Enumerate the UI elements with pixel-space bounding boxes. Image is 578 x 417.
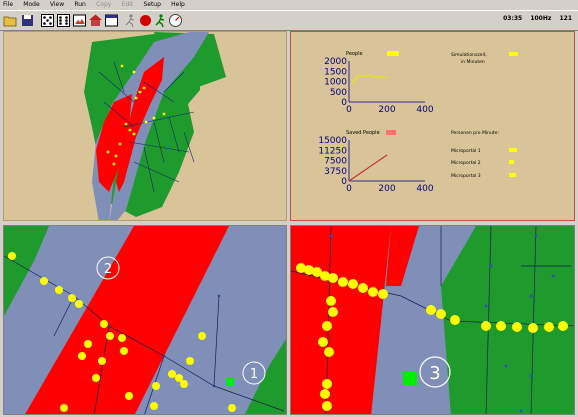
dice-icon[interactable] [56, 13, 71, 28]
people-chart-ytick: 2000 [324, 57, 347, 67]
saved-chart-xtick: 0 [346, 184, 352, 194]
image-icon[interactable] [72, 13, 87, 28]
saved-chart-axes [348, 140, 425, 182]
status-time: 03:35 [503, 15, 523, 22]
microportal-2-badge [509, 160, 514, 164]
marker-3: 3 [429, 363, 440, 384]
menu-setup[interactable]: Setup [143, 0, 160, 10]
microportal-view-left[interactable]: 2 1 [3, 225, 287, 415]
land-area [441, 226, 574, 414]
microportal-2-label: Microportal 2 [451, 160, 481, 166]
people-chart-series-line [352, 74, 387, 84]
saved-chart-ytick: 3750 [324, 167, 347, 177]
dice-icon[interactable] [40, 13, 55, 28]
menu-run[interactable]: Run [74, 0, 86, 10]
exit-square [226, 378, 234, 386]
save-disk-icon[interactable] [20, 13, 35, 28]
flood-area [291, 226, 391, 414]
microportal-view-right[interactable]: 3 [290, 225, 575, 415]
saved-chart-series-line [348, 154, 388, 182]
microportal-1-label: Microportal 1 [451, 148, 481, 154]
toolbar: 03:35 100Hz 121 [0, 10, 578, 31]
flood-area [25, 226, 229, 414]
microportal-3-badge [509, 173, 516, 177]
menu-edit[interactable]: Edit [122, 0, 134, 10]
menu-mode[interactable]: Mode [23, 0, 39, 10]
status-readout: 03:35 100Hz 121 [497, 15, 572, 22]
overview-map-panel[interactable] [3, 31, 287, 221]
open-folder-icon[interactable] [3, 13, 18, 28]
window-icon[interactable] [104, 13, 119, 28]
people-chart-ytick: 1000 [324, 78, 347, 88]
people-chart-ytick: 500 [330, 88, 347, 98]
saved-chart-ytick: 11250 [318, 146, 347, 156]
menu-view[interactable]: View [50, 0, 64, 10]
sim-time-label-2: in Minuten [461, 59, 485, 65]
menu-help[interactable]: Help [171, 0, 185, 10]
statistics-panel: People 2000 1500 1000 500 0 0 200 400 Saved Pe… [290, 31, 575, 221]
house-icon[interactable] [88, 13, 103, 28]
people-chart-xtick: 200 [378, 105, 395, 115]
saved-chart-xtick: 200 [378, 184, 395, 194]
people-chart-xtick: 400 [416, 105, 433, 115]
runner-icon[interactable] [123, 13, 138, 28]
menu-file[interactable]: File [3, 0, 13, 10]
microportal-1-badge [509, 148, 517, 152]
status-value: 121 [559, 15, 572, 22]
marker-2: 2 [104, 262, 112, 277]
marker-1: 1 [250, 367, 258, 382]
sim-time-badge [509, 52, 518, 56]
status-rate: 100Hz [530, 15, 552, 22]
people-chart-xtick: 0 [346, 105, 352, 115]
saved-chart-ytick: 15000 [318, 136, 347, 146]
people-chart-title: People [346, 51, 363, 57]
menu-copy[interactable]: Copy [96, 0, 111, 10]
people-chart-badge [387, 51, 399, 56]
saved-chart-xtick: 400 [416, 184, 433, 194]
charts-svg: People 200015001000500 0 0 200 400 Saved Pe… [318, 51, 518, 194]
person-icon[interactable] [153, 13, 168, 28]
saved-chart-ytick: 7500 [324, 157, 347, 167]
land-area [4, 226, 49, 316]
microportal-3-label: Microportal 3 [451, 173, 481, 179]
flood-area [386, 226, 419, 286]
people-chart-ytick: 1500 [324, 67, 347, 77]
exit-square [403, 372, 417, 386]
people-chart-axes [348, 61, 425, 103]
sim-time-label-1: Simulationszeit, [451, 52, 487, 58]
saved-chart-title: Saved People [346, 130, 380, 136]
record-icon[interactable] [138, 13, 153, 28]
saved-chart-badge [386, 130, 396, 135]
menu-bar: File Mode View Run Copy Edit Setup Help [0, 0, 578, 10]
ppm-title: Personen pro Minute: [451, 130, 499, 136]
gauge-icon[interactable] [168, 13, 183, 28]
